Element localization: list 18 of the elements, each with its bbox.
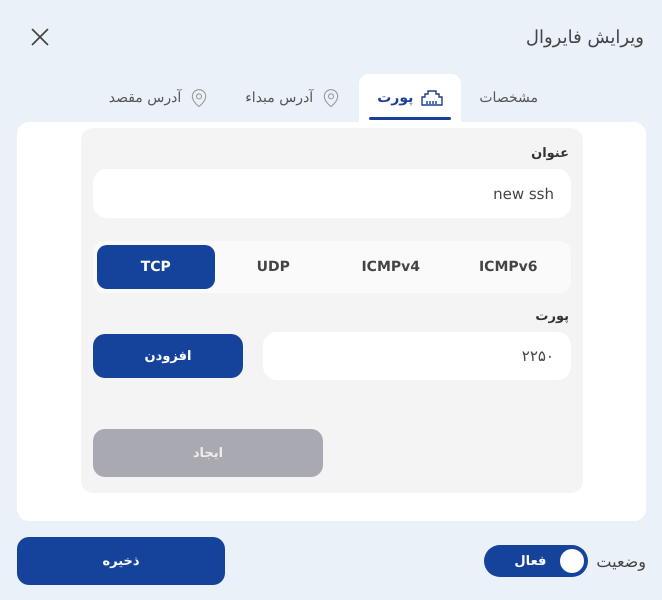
ethernet-port-icon xyxy=(421,90,444,106)
tab[interactable]: آدرس مبداء xyxy=(227,74,360,122)
field-label: پورت xyxy=(534,309,570,324)
tab[interactable]: پورت xyxy=(359,74,462,122)
save-button[interactable]: ذخیره xyxy=(17,537,225,585)
protocol-option[interactable]: TCP xyxy=(97,245,214,289)
field-label: عنوان xyxy=(530,146,570,161)
protocol-option[interactable]: UDP xyxy=(214,245,332,289)
status-label: وضعیت xyxy=(596,552,646,570)
status-toggle[interactable]: فعال xyxy=(484,545,588,577)
protocol-option[interactable]: ICMPv6 xyxy=(450,245,567,289)
port-input[interactable]: ۲۲۵۰ xyxy=(263,332,571,380)
protocol-option[interactable]: ICMPv4 xyxy=(332,245,450,289)
window-title: ویرایش فایروال xyxy=(526,26,644,48)
tab[interactable]: مشخصات xyxy=(461,74,556,122)
tab[interactable]: آدرس مقصد xyxy=(90,74,228,122)
title-input[interactable]: new ssh xyxy=(93,169,571,218)
add-button[interactable]: افزودن xyxy=(93,334,243,378)
